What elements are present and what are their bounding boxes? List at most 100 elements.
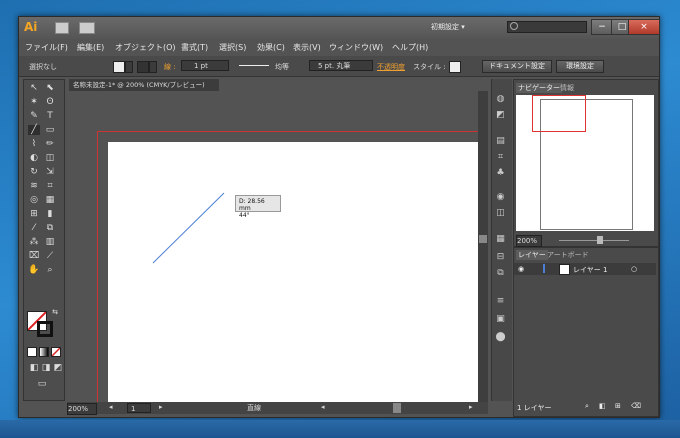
- close-button[interactable]: ×: [628, 19, 660, 35]
- menu-select[interactable]: 選択(S): [219, 42, 246, 53]
- navigator-zoom-thumb[interactable]: [597, 236, 603, 244]
- minimize-button[interactable]: −: [591, 19, 613, 35]
- navigator-zoom-field[interactable]: 200%: [516, 235, 542, 247]
- line-path[interactable]: [67, 91, 478, 402]
- artboard-number-field[interactable]: 1: [127, 403, 151, 413]
- transform-icon[interactable]: ⊟: [495, 253, 506, 262]
- swap-colors-icon[interactable]: ⇆: [49, 307, 61, 317]
- draw-inside-icon[interactable]: ◩: [52, 363, 64, 373]
- magic-wand-tool-icon[interactable]: ✶: [28, 97, 40, 107]
- rotate-tool-icon[interactable]: ↻: [28, 167, 40, 177]
- prev-artboard-icon[interactable]: ◂: [109, 403, 113, 411]
- direct-selection-tool-icon[interactable]: ⬉: [44, 83, 56, 93]
- links-icon[interactable]: ⬤: [495, 333, 506, 342]
- fill-dropdown[interactable]: [125, 61, 133, 73]
- navigator-view-box[interactable]: [532, 95, 586, 132]
- transparency-icon[interactable]: ◫: [495, 209, 506, 218]
- workspace-switcher[interactable]: 初期設定 ▾: [431, 22, 465, 32]
- document-setup-button[interactable]: ドキュメント設定: [482, 60, 552, 73]
- bridge-icon[interactable]: [55, 22, 69, 34]
- blend-tool-icon[interactable]: ⧉: [44, 223, 56, 233]
- tab-artboards[interactable]: アートボード: [547, 250, 589, 260]
- pencil-tool-icon[interactable]: ✏: [44, 139, 56, 149]
- delete-layer-icon[interactable]: ⌫: [631, 402, 641, 410]
- stroke-panel-icon[interactable]: ◉: [495, 193, 506, 202]
- type-tool-icon[interactable]: T: [44, 111, 56, 121]
- opacity-link[interactable]: 不透明度: [377, 62, 405, 72]
- visibility-eye-icon[interactable]: ◉: [518, 265, 524, 273]
- make-clipping-mask-icon[interactable]: ◧: [599, 402, 606, 410]
- perspective-grid-tool-icon[interactable]: ▦: [44, 195, 56, 205]
- rectangle-tool-icon[interactable]: ▭: [44, 125, 56, 135]
- eraser-tool-icon[interactable]: ◫: [44, 153, 56, 163]
- canvas-area[interactable]: D: 28.56 mm 44°: [67, 91, 478, 402]
- layers-dock-icon[interactable]: ≡: [495, 297, 506, 306]
- preferences-button[interactable]: 環境設定: [556, 60, 604, 73]
- vertical-scroll-thumb[interactable]: [479, 235, 487, 243]
- appearance-icon[interactable]: ◍: [495, 95, 506, 104]
- next-artboard-icon[interactable]: ▸: [159, 403, 163, 411]
- column-graph-tool-icon[interactable]: ▥: [44, 237, 56, 247]
- artboards-dock-icon[interactable]: ▣: [495, 315, 506, 324]
- menu-effect[interactable]: 効果(C): [257, 42, 285, 53]
- stroke-label[interactable]: 線 :: [164, 62, 176, 72]
- paintbrush-tool-icon[interactable]: ⌇: [28, 139, 40, 149]
- locate-object-icon[interactable]: ⌕: [585, 402, 589, 411]
- draw-behind-icon[interactable]: ◨: [40, 363, 52, 373]
- slice-tool-icon[interactable]: ⟋: [44, 251, 56, 261]
- document-tab[interactable]: 名称未設定-1* @ 200% (CMYK/プレビュー) ×: [69, 79, 219, 101]
- free-transform-tool-icon[interactable]: ⌗: [44, 181, 56, 191]
- gradient-tool-icon[interactable]: ▮: [44, 209, 56, 219]
- eyedropper-tool-icon[interactable]: ⁄: [28, 223, 40, 233]
- shape-builder-tool-icon[interactable]: ◎: [28, 195, 40, 205]
- color-icon[interactable]: ▤: [495, 137, 506, 146]
- brush-dropdown[interactable]: 5 pt. 丸筆: [309, 60, 373, 71]
- line-style-label[interactable]: 均等: [275, 62, 289, 72]
- menu-type[interactable]: 書式(T): [181, 42, 208, 53]
- menu-object[interactable]: オブジェクト(O): [115, 42, 176, 53]
- menu-file[interactable]: ファイル(F): [25, 42, 68, 53]
- draw-normal-icon[interactable]: ◧: [28, 363, 40, 373]
- tab-layers[interactable]: レイヤー: [516, 250, 548, 260]
- pathfinder-icon[interactable]: ⧉: [495, 269, 506, 278]
- lasso-tool-icon[interactable]: ʘ: [44, 97, 56, 107]
- hand-tool-icon[interactable]: ✋: [28, 265, 40, 275]
- pen-tool-icon[interactable]: ✎: [28, 111, 40, 121]
- none-mode-icon[interactable]: [51, 347, 61, 357]
- vertical-scrollbar[interactable]: [478, 91, 488, 402]
- menu-help[interactable]: ヘルプ(H): [392, 42, 428, 53]
- fill-swatch[interactable]: [113, 61, 125, 73]
- artboard-tool-icon[interactable]: ⌧: [28, 251, 40, 261]
- layer-name[interactable]: レイヤー 1: [573, 265, 607, 275]
- stroke-dropdown[interactable]: [149, 61, 157, 73]
- horizontal-scroll-thumb[interactable]: [393, 403, 401, 413]
- menu-window[interactable]: ウィンドウ(W): [329, 42, 383, 53]
- menu-view[interactable]: 表示(V): [293, 42, 321, 53]
- mesh-tool-icon[interactable]: ⊞: [28, 209, 40, 219]
- warp-tool-icon[interactable]: ≋: [28, 181, 40, 191]
- stroke-color-box[interactable]: [37, 321, 53, 337]
- scroll-left-icon[interactable]: ◂: [321, 403, 325, 411]
- zoom-field[interactable]: 200%: [67, 403, 97, 415]
- arrange-documents-icon[interactable]: [79, 22, 95, 34]
- align-icon[interactable]: ▦: [495, 235, 506, 244]
- stroke-weight-field[interactable]: 1 pt: [181, 60, 229, 71]
- swatches-icon[interactable]: ⌗: [495, 153, 506, 162]
- new-layer-icon[interactable]: ⊞: [615, 402, 621, 410]
- search-input[interactable]: [507, 21, 587, 33]
- stroke-swatch[interactable]: [137, 61, 149, 73]
- symbols-icon[interactable]: ♣: [495, 169, 506, 178]
- layer-target-icon[interactable]: ○: [631, 265, 637, 273]
- zoom-tool-icon[interactable]: ⌕: [44, 265, 56, 275]
- symbol-sprayer-tool-icon[interactable]: ⁂: [28, 237, 40, 247]
- line-tool-icon[interactable]: ╱: [28, 125, 40, 135]
- navigator-zoom-slider[interactable]: [559, 240, 629, 241]
- graphic-style-swatch[interactable]: [449, 61, 461, 73]
- screen-mode-icon[interactable]: ▭: [36, 379, 48, 389]
- tab-navigator[interactable]: ナビゲーター: [516, 83, 562, 93]
- scale-tool-icon[interactable]: ⇲: [44, 167, 56, 177]
- menu-edit[interactable]: 編集(E): [77, 42, 104, 53]
- scroll-right-icon[interactable]: ▸: [469, 403, 473, 411]
- color-mode-icon[interactable]: [27, 347, 37, 357]
- graphic-styles-icon[interactable]: ◩: [495, 111, 506, 120]
